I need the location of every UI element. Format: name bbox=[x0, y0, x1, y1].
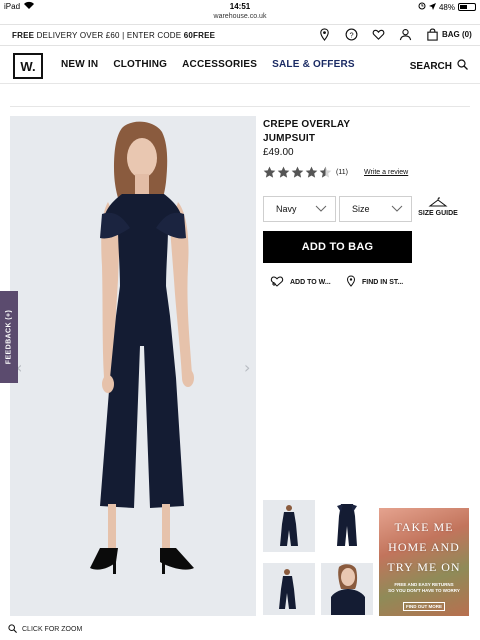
size-guide-link[interactable]: SIZE GUIDE bbox=[418, 196, 458, 217]
rating-star-icon bbox=[291, 166, 304, 178]
breadcrumb-divider bbox=[10, 106, 470, 107]
search-button[interactable]: SEARCH bbox=[410, 59, 468, 73]
promo-bar: FREE DELIVERY OVER £60 | ENTER CODE 60FR… bbox=[0, 24, 480, 46]
size-guide-label: SIZE GUIDE bbox=[418, 210, 458, 217]
warehouse-logo[interactable]: W. bbox=[13, 53, 43, 79]
ad-small-2: SO YOU DON'T HAVE TO WORRY bbox=[388, 588, 460, 593]
main-nav: W. NEW IN CLOTHING ACCESSORIES SALE & OF… bbox=[0, 46, 480, 84]
chevron-down-icon bbox=[315, 205, 327, 215]
rating-star-icon bbox=[319, 166, 332, 178]
size-select-value: Size bbox=[352, 204, 370, 214]
thumbnail-side[interactable] bbox=[263, 563, 315, 615]
store-locator-icon[interactable] bbox=[318, 28, 331, 41]
url-bar[interactable]: warehouse.co.uk bbox=[0, 13, 480, 23]
search-label: SEARCH bbox=[409, 60, 452, 72]
model-jumpsuit-illustration bbox=[90, 121, 194, 574]
promo-message: DELIVERY OVER £60 | ENTER CODE bbox=[34, 31, 184, 40]
ad-find-out-more-button[interactable]: FIND OUT MORE bbox=[403, 602, 445, 611]
nav-accessories[interactable]: ACCESSORIES bbox=[182, 59, 257, 70]
thumbnail-back[interactable] bbox=[321, 500, 373, 552]
returns-promo-banner[interactable]: TAKE ME HOME AND TRY ME ON FREE AND EASY… bbox=[379, 508, 469, 616]
colour-select-value: Navy bbox=[276, 204, 297, 214]
review-count[interactable]: (11) bbox=[336, 169, 348, 176]
status-time: 14:51 bbox=[229, 2, 251, 11]
add-to-wishlist-label: ADD TO W... bbox=[290, 278, 331, 286]
product-price: £49.00 bbox=[263, 147, 294, 158]
find-in-store-button[interactable]: FIND IN ST... bbox=[346, 275, 403, 289]
heart-plus-icon bbox=[270, 275, 284, 289]
bag-icon bbox=[426, 28, 439, 41]
find-in-store-label: FIND IN ST... bbox=[362, 278, 404, 286]
main-product-image[interactable] bbox=[10, 116, 256, 616]
svg-text:?: ? bbox=[349, 30, 353, 39]
product-title: CREPE OVERLAY JUMPSUIT bbox=[263, 118, 403, 146]
image-next-arrow-icon[interactable]: › bbox=[244, 358, 250, 377]
thumbnail-front[interactable] bbox=[263, 500, 315, 552]
location-arrow-icon bbox=[428, 2, 436, 12]
promo-text: FREE DELIVERY OVER £60 | ENTER CODE 60FR… bbox=[12, 31, 215, 40]
ad-line-3: TRY ME ON bbox=[387, 560, 461, 574]
bag-label: BAG (0) bbox=[442, 30, 472, 39]
account-icon[interactable] bbox=[399, 28, 412, 41]
bag-button[interactable]: BAG (0) bbox=[426, 28, 472, 41]
battery-percent: 48% bbox=[438, 2, 455, 12]
nav-clothing[interactable]: CLOTHING bbox=[113, 59, 167, 70]
status-bar: iPad 14:51 48% bbox=[0, 0, 480, 14]
rating-star-icon bbox=[277, 166, 290, 178]
feedback-tab[interactable]: FEEDBACK (+) bbox=[0, 291, 18, 383]
size-select[interactable]: Size bbox=[339, 196, 412, 222]
rating-stars[interactable] bbox=[263, 166, 333, 179]
alarm-icon bbox=[418, 2, 426, 12]
zoom-label: CLICK FOR ZOOM bbox=[22, 626, 83, 633]
ad-line-2: HOME AND bbox=[388, 540, 460, 554]
search-icon bbox=[457, 59, 468, 73]
promo-code: 60FREE bbox=[183, 31, 216, 40]
nav-sale-offers[interactable]: SALE & OFFERS bbox=[272, 59, 355, 70]
ad-line-1: TAKE ME bbox=[394, 520, 454, 534]
zoom-icon bbox=[8, 624, 17, 635]
rating-star-icon bbox=[263, 166, 276, 178]
wishlist-heart-icon[interactable] bbox=[372, 28, 385, 41]
write-review-link[interactable]: Write a review bbox=[364, 169, 408, 176]
add-to-wishlist-button[interactable]: ADD TO W... bbox=[270, 275, 331, 289]
location-pin-icon bbox=[346, 275, 356, 289]
colour-select[interactable]: Navy bbox=[263, 196, 336, 222]
hanger-icon bbox=[418, 196, 458, 208]
chevron-down-icon bbox=[391, 205, 403, 215]
add-to-bag-button[interactable]: ADD TO BAG bbox=[263, 231, 412, 263]
nav-new-in[interactable]: NEW IN bbox=[61, 59, 98, 70]
thumbnail-closeup[interactable] bbox=[321, 563, 373, 615]
product-title-line2: JUMPSUIT bbox=[263, 133, 316, 144]
feedback-label: FEEDBACK (+) bbox=[5, 309, 13, 365]
promo-free: FREE bbox=[12, 31, 35, 40]
help-icon[interactable]: ? bbox=[345, 28, 358, 41]
zoom-hint[interactable]: CLICK FOR ZOOM bbox=[8, 624, 82, 635]
battery-icon bbox=[458, 3, 476, 11]
product-title-line1: CREPE OVERLAY bbox=[263, 119, 351, 130]
rating-star-icon bbox=[305, 166, 318, 178]
